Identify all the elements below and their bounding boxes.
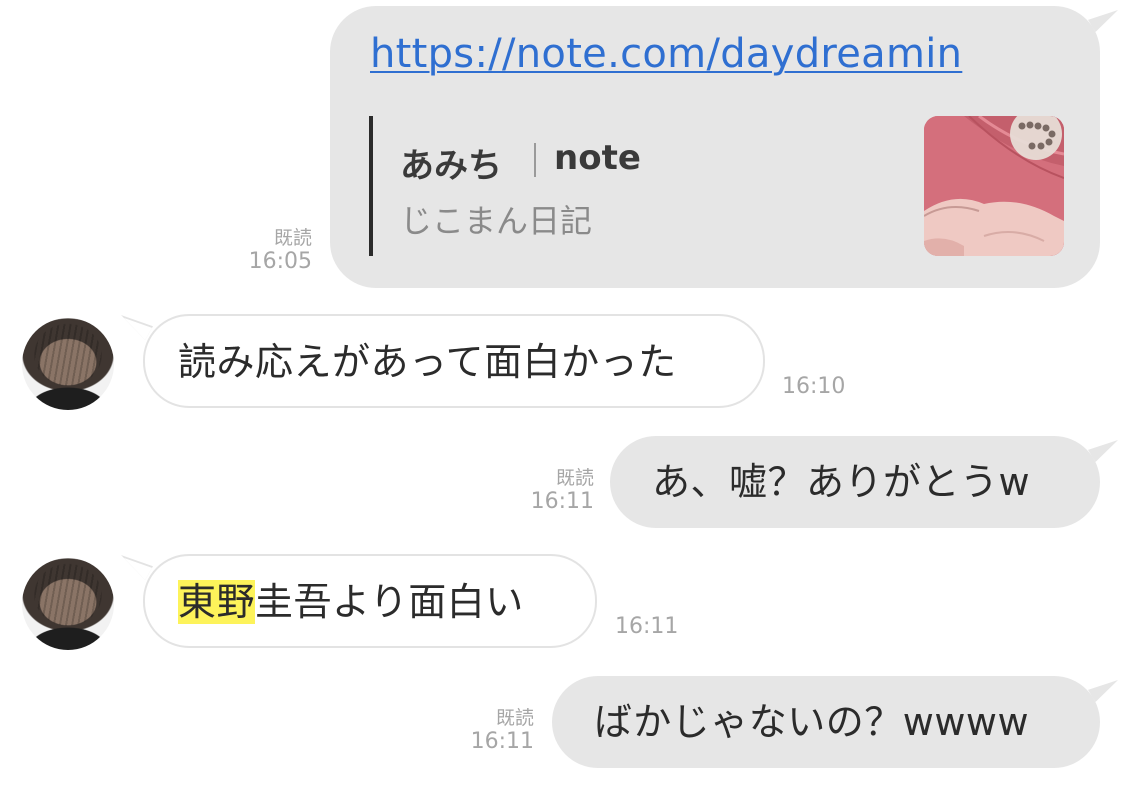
message-meta: 既読 16:11	[514, 466, 594, 514]
preview-site-name: あみち	[400, 146, 502, 186]
preview-description: じこまん日記	[400, 202, 593, 240]
avatar[interactable]	[22, 558, 114, 650]
timestamp: 16:11	[530, 489, 594, 514]
read-receipt: 既読	[495, 707, 534, 729]
timestamp: 16:11	[615, 614, 679, 639]
note-thumbnail-image	[924, 116, 1064, 256]
message-text: ばかじゃないの？wwww	[594, 700, 1030, 744]
avatar[interactable]	[22, 318, 114, 410]
timestamp: 16:05	[248, 249, 312, 274]
read-receipt: 既読	[273, 227, 312, 249]
message-meta: 既読 16:05	[230, 226, 312, 274]
message-meta: 既読 16:11	[454, 706, 534, 754]
message-text-rest: 圭吾より面白い	[255, 580, 524, 624]
message-text: あ、嘘？ありがとうw	[652, 460, 1031, 504]
preview-accent-bar	[369, 116, 373, 256]
timestamp: 16:11	[470, 729, 534, 754]
message-text: 東野圭吾より面白い	[178, 578, 524, 626]
read-receipt: 既読	[555, 467, 594, 489]
timestamp: 16:10	[782, 374, 846, 399]
preview-title-separator	[534, 143, 536, 177]
highlighted-text: 東野	[178, 580, 256, 624]
preview-service-name: note	[554, 138, 641, 178]
link-url[interactable]: https://note.com/daydreamin	[370, 30, 962, 78]
message-text: 読み応えがあって面白かった	[178, 340, 677, 384]
